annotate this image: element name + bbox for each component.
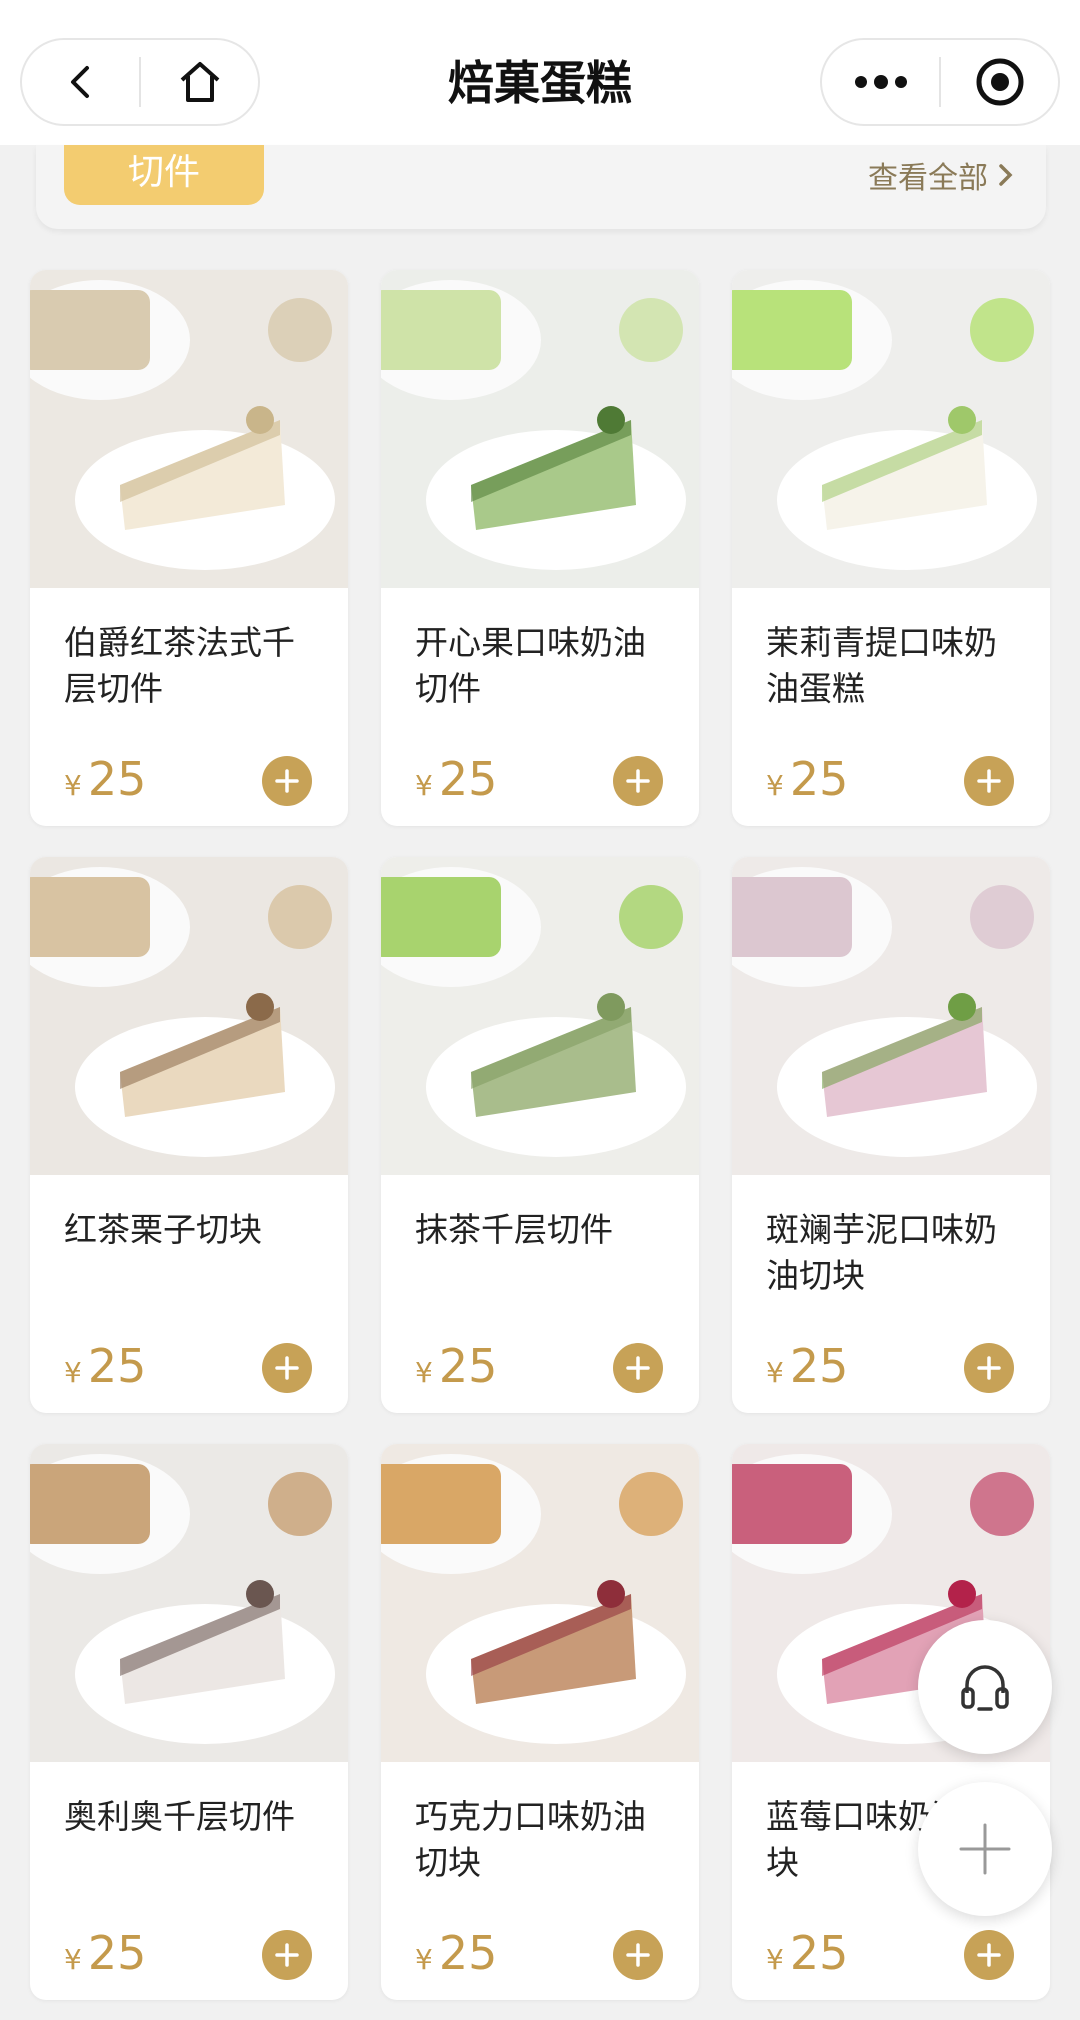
add-to-cart-button[interactable] (964, 756, 1014, 806)
currency-symbol: ¥ (64, 769, 82, 802)
product-name: 伯爵红茶法式千层切件 (64, 623, 295, 708)
price-value: 25 (87, 1926, 147, 1980)
product-card[interactable]: 茉莉青提口味奶油蛋糕 ¥ 25 (732, 270, 1050, 826)
product-price: ¥ 25 (415, 752, 497, 808)
product-photo (381, 857, 699, 1175)
category-card: 切件 查看全部 (36, 145, 1046, 229)
price-value: 25 (438, 1926, 498, 1980)
plus-icon (275, 1356, 299, 1380)
menu-capsule (820, 38, 1060, 126)
plus-icon (275, 769, 299, 793)
plus-icon (626, 1356, 650, 1380)
view-all-link[interactable]: 查看全部 (868, 153, 1016, 197)
price-value: 25 (438, 752, 498, 806)
product-price: ¥ 25 (766, 1339, 848, 1395)
more-button[interactable] (822, 40, 939, 124)
product-name: 斑斓芋泥口味奶油切块 (766, 1210, 997, 1295)
currency-symbol: ¥ (64, 1356, 82, 1389)
page-title: 焙菓蛋糕 (448, 56, 632, 110)
home-button[interactable] (141, 40, 258, 124)
plus-icon (977, 1356, 1001, 1380)
currency-symbol: ¥ (415, 1356, 433, 1389)
price-value: 25 (789, 752, 849, 806)
product-price: ¥ 25 (766, 752, 848, 808)
product-card[interactable]: 伯爵红茶法式千层切件 ¥ 25 (30, 270, 348, 826)
top-bar: 焙菓蛋糕 (0, 0, 1080, 145)
customer-service-button[interactable] (918, 1620, 1052, 1754)
add-to-cart-button[interactable] (964, 1343, 1014, 1393)
product-name: 抹茶千层切件 (415, 1210, 613, 1249)
category-strip: 切件 查看全部 (0, 145, 1080, 255)
product-card[interactable]: 抹茶千层切件 ¥ 25 (381, 857, 699, 1413)
product-photo (732, 857, 1050, 1175)
target-icon (976, 58, 1023, 106)
product-photo (732, 270, 1050, 588)
more-dots-icon (854, 75, 907, 89)
product-photo (381, 270, 699, 588)
back-icon (70, 66, 89, 98)
add-to-cart-button[interactable] (613, 1930, 663, 1980)
chevron-right-icon (999, 164, 1013, 186)
currency-symbol: ¥ (415, 1943, 433, 1976)
product-price: ¥ 25 (64, 1339, 146, 1395)
close-miniapp-button[interactable] (941, 40, 1058, 124)
product-card[interactable]: 斑斓芋泥口味奶油切块 ¥ 25 (732, 857, 1050, 1413)
add-to-cart-button[interactable] (262, 1343, 312, 1393)
product-photo (30, 1444, 348, 1762)
product-name: 红茶栗子切块 (64, 1210, 262, 1249)
currency-symbol: ¥ (64, 1943, 82, 1976)
product-price: ¥ 25 (64, 752, 146, 808)
plus-icon (275, 1943, 299, 1967)
currency-symbol: ¥ (766, 769, 784, 802)
plus-icon (626, 1943, 650, 1967)
add-to-cart-button[interactable] (964, 1930, 1014, 1980)
product-name: 奥利奥千层切件 (64, 1797, 295, 1836)
product-photo (30, 857, 348, 1175)
currency-symbol: ¥ (766, 1356, 784, 1389)
product-photo (30, 270, 348, 588)
currency-symbol: ¥ (415, 769, 433, 802)
price-value: 25 (789, 1926, 849, 1980)
product-card[interactable]: 红茶栗子切块 ¥ 25 (30, 857, 348, 1413)
product-price: ¥ 25 (766, 1926, 848, 1982)
home-icon (180, 62, 219, 102)
plus-icon (959, 1823, 1011, 1875)
view-all-label: 查看全部 (868, 161, 988, 196)
plus-icon (977, 769, 1001, 793)
add-to-cart-button[interactable] (262, 1930, 312, 1980)
product-card[interactable]: 奥利奥千层切件 ¥ 25 (30, 1444, 348, 2000)
plus-icon (626, 769, 650, 793)
product-photo (381, 1444, 699, 1762)
plus-icon (977, 1943, 1001, 1967)
product-name: 茉莉青提口味奶油蛋糕 (766, 623, 997, 708)
price-value: 25 (789, 1339, 849, 1393)
headset-icon (961, 1665, 1009, 1711)
product-card[interactable]: 巧克力口味奶油切块 ¥ 25 (381, 1444, 699, 2000)
add-to-cart-button[interactable] (613, 1343, 663, 1393)
product-card[interactable]: 开心果口味奶油切件 ¥ 25 (381, 270, 699, 826)
back-button[interactable] (22, 40, 139, 124)
product-price: ¥ 25 (415, 1926, 497, 1982)
price-value: 25 (438, 1339, 498, 1393)
price-value: 25 (87, 1339, 147, 1393)
floating-add-button[interactable] (918, 1782, 1052, 1916)
add-to-cart-button[interactable] (613, 756, 663, 806)
price-value: 25 (87, 752, 147, 806)
product-name: 开心果口味奶油切件 (415, 623, 646, 708)
category-tag[interactable]: 切件 (64, 145, 264, 205)
add-to-cart-button[interactable] (262, 756, 312, 806)
product-price: ¥ 25 (64, 1926, 146, 1982)
currency-symbol: ¥ (766, 1943, 784, 1976)
product-name: 巧克力口味奶油切块 (415, 1797, 646, 1882)
product-price: ¥ 25 (415, 1339, 497, 1395)
nav-capsule (20, 38, 260, 126)
